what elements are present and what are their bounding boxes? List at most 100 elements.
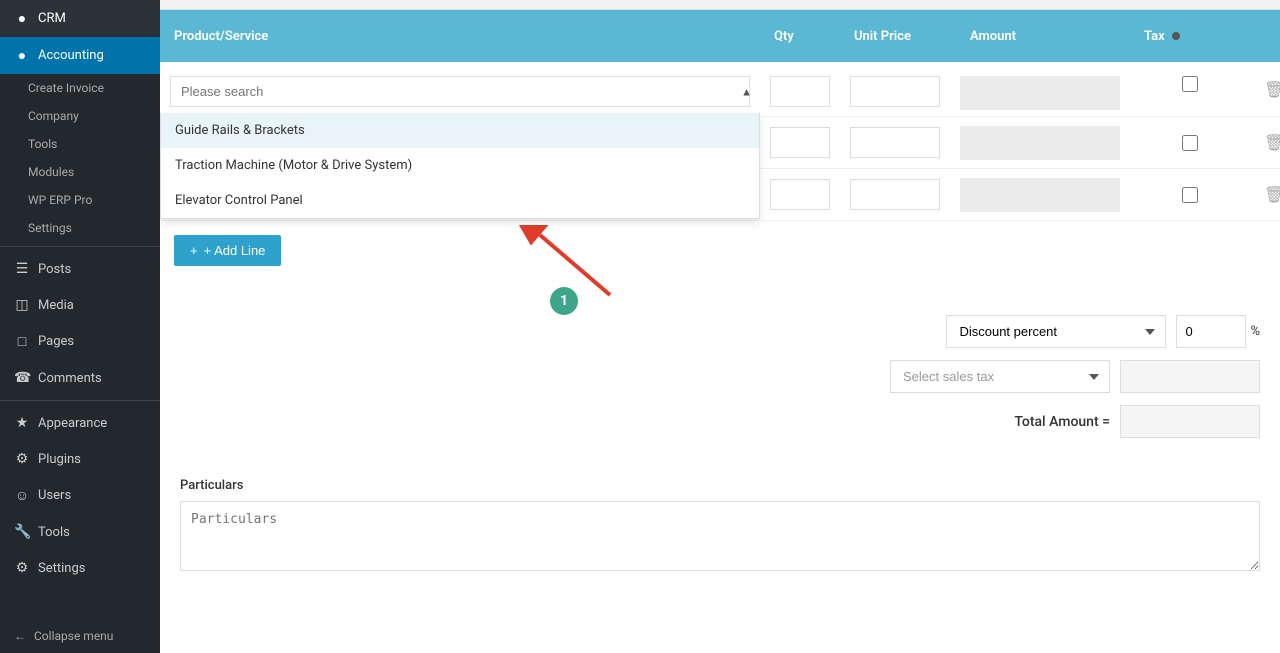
sidebar-item-tools2[interactable]: 🔧 Tools [0, 514, 160, 550]
amount-cell-2 [950, 120, 1130, 166]
tax-checkbox-3[interactable] [1182, 187, 1198, 203]
qty-input-1[interactable] [770, 76, 830, 107]
sidebar-item-comments[interactable]: ☎ Comments [0, 360, 160, 396]
particulars-label: Particulars [180, 478, 1260, 493]
dropdown-item-1[interactable]: Guide Rails & Brackets [161, 113, 759, 148]
plus-icon: + [190, 243, 198, 258]
unit-price-input-2[interactable] [850, 127, 940, 158]
percent-symbol: % [1250, 324, 1260, 339]
tax-info-dot [1172, 32, 1180, 40]
header-qty: Qty [760, 17, 840, 56]
qty-cell-3 [760, 173, 840, 216]
sales-tax-row: Select sales tax $0.00 [180, 360, 1260, 393]
sidebar-item-plugins[interactable]: ⚙ Plugins [0, 441, 160, 477]
sidebar-subitem-create-invoice[interactable]: Create Invoice [0, 74, 160, 102]
header-tax: Tax [1130, 17, 1250, 56]
dropdown-item-3[interactable]: Elevator Control Panel [161, 183, 759, 218]
amount-display-2 [960, 126, 1120, 160]
bottom-totals-section: Discount percent Discount amount % Selec… [160, 315, 1280, 478]
header-actions [1250, 24, 1280, 48]
particulars-textarea[interactable] [180, 501, 1260, 571]
total-label: Total Amount = [1014, 414, 1110, 430]
qty-input-2[interactable] [770, 127, 830, 158]
top-spacer [160, 0, 1280, 10]
sidebar-subitem-tools[interactable]: Tools [0, 130, 160, 158]
add-line-area: + + Add Line 1 [160, 235, 1280, 315]
unit-price-cell-3 [840, 173, 950, 216]
comments-icon: ☎ [14, 370, 30, 386]
qty-cell-2 [760, 121, 840, 164]
amount-display-3 [960, 178, 1120, 212]
delete-row-1-button[interactable]: 🗑 [1260, 76, 1280, 104]
delete-cell-2: 🗑 [1250, 123, 1280, 163]
delete-row-2-button[interactable]: 🗑 [1260, 129, 1280, 157]
qty-cell-1 [760, 70, 840, 113]
unit-price-input-3[interactable] [850, 179, 940, 210]
amount-display-1 [960, 76, 1120, 110]
delete-cell-3: 🗑 [1250, 175, 1280, 215]
qty-input-3[interactable] [770, 179, 830, 210]
sales-tax-amount: $0.00 [1120, 360, 1260, 393]
product-dropdown-menu: Guide Rails & Brackets Traction Machine … [160, 113, 760, 219]
product-search-cell: ▲ Guide Rails & Brackets Traction Machin… [160, 70, 760, 113]
sidebar-item-crm[interactable]: ● CRM [0, 0, 160, 37]
tax-checkbox-2[interactable] [1182, 135, 1198, 151]
unit-price-input-1[interactable] [850, 76, 940, 107]
add-line-button[interactable]: + + Add Line [174, 235, 281, 266]
sidebar-divider-2 [0, 400, 160, 401]
main-content: Product/Service Qty Unit Price Amount Ta… [160, 0, 1280, 653]
discount-input-group: % [1176, 315, 1260, 348]
unit-price-cell-2 [840, 121, 950, 164]
discount-value-input[interactable] [1176, 315, 1246, 348]
header-product-service: Product/Service [160, 17, 760, 56]
sidebar-item-accounting[interactable]: ● Accounting [0, 37, 160, 74]
settings-icon: ⚙ [14, 560, 30, 576]
sidebar-item-posts[interactable]: ☰ Posts [0, 251, 160, 287]
sidebar-item-media[interactable]: ◫ Media [0, 287, 160, 323]
discount-type-select[interactable]: Discount percent Discount amount [946, 315, 1166, 348]
header-amount: Amount [950, 17, 1130, 56]
collapse-menu-button[interactable]: ← Collapse menu [0, 619, 160, 653]
table-header: Product/Service Qty Unit Price Amount Ta… [160, 10, 1280, 62]
delete-cell-1: 🗑 [1250, 70, 1280, 110]
total-amount: $0.00 [1120, 405, 1260, 438]
sidebar-item-settings2[interactable]: ⚙ Settings [0, 550, 160, 586]
sidebar-divider-1 [0, 246, 160, 247]
step-badge: 1 [550, 287, 578, 315]
media-icon: ◫ [14, 297, 30, 313]
amount-cell-3 [950, 172, 1130, 218]
appearance-icon: ★ [14, 415, 30, 431]
discount-row: Discount percent Discount amount % [180, 315, 1260, 348]
plugins-icon: ⚙ [14, 451, 30, 467]
pages-icon: □ [14, 333, 30, 350]
sidebar-subitem-company[interactable]: Company [0, 102, 160, 130]
sidebar-subitem-settings[interactable]: Settings [0, 214, 160, 242]
sidebar-item-pages[interactable]: □ Pages [0, 323, 160, 360]
users-icon: ☺ [14, 487, 30, 504]
unit-price-cell-1 [840, 70, 950, 113]
sidebar-item-appearance[interactable]: ★ Appearance [0, 405, 160, 441]
crm-icon: ● [14, 10, 30, 27]
tax-cell-2 [1130, 129, 1250, 157]
posts-icon: ☰ [14, 261, 30, 277]
tax-cell-1 [1130, 70, 1250, 98]
sidebar-subitem-wp-erp-pro[interactable]: WP ERP Pro [0, 186, 160, 214]
tools-icon: 🔧 [14, 524, 30, 540]
tax-checkbox-1[interactable] [1182, 76, 1198, 92]
dropdown-item-2[interactable]: Traction Machine (Motor & Drive System) [161, 148, 759, 183]
header-unit-price: Unit Price [840, 17, 950, 56]
sidebar-subitem-modules[interactable]: Modules [0, 158, 160, 186]
amount-cell-1 [950, 70, 1130, 116]
tax-cell-3 [1130, 181, 1250, 209]
accounting-icon: ● [14, 47, 30, 64]
collapse-icon: ← [14, 629, 26, 643]
particulars-section: Particulars [160, 478, 1280, 595]
total-row: Total Amount = $0.00 [180, 405, 1260, 438]
product-search-input[interactable] [170, 76, 750, 107]
table-row: ▲ Guide Rails & Brackets Traction Machin… [160, 62, 1280, 117]
sidebar: ● CRM ● Accounting Create Invoice Compan… [0, 0, 160, 653]
delete-row-3-button[interactable]: 🗑 [1260, 181, 1280, 209]
sidebar-item-users[interactable]: ☺ Users [0, 477, 160, 514]
invoice-line-items: Product/Service Qty Unit Price Amount Ta… [160, 10, 1280, 595]
sales-tax-select[interactable]: Select sales tax [890, 360, 1110, 393]
